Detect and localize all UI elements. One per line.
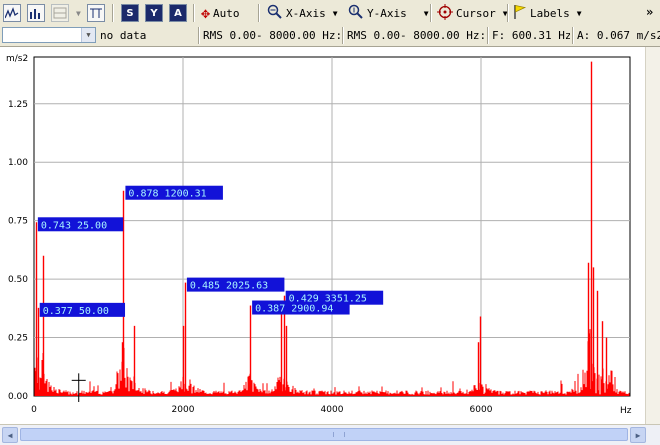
peak-label[interactable]: 0.485 2025.63 [186, 277, 285, 292]
scale-y-icon: Y [145, 4, 163, 22]
y-axis-zoom-icon [348, 4, 364, 23]
status-divider [487, 27, 489, 44]
labels-button[interactable]: Labels ▼ [513, 3, 582, 23]
stack-dropdown-icon[interactable]: ▼ [76, 9, 81, 18]
scale-s-icon: S [121, 4, 139, 22]
scale-a-button[interactable]: A [169, 3, 187, 23]
frequency-readout: F: 600.31 Hz [492, 29, 570, 42]
toolbar-separator [430, 4, 432, 22]
y-tick-label: 1.25 [8, 100, 28, 110]
amplitude-readout: A: 0.067 m/s2 [577, 29, 660, 42]
scale-a-icon: A [169, 4, 187, 22]
spectrum-line-button[interactable] [3, 3, 21, 23]
status-divider [342, 27, 344, 44]
scale-s-button[interactable]: S [121, 3, 139, 23]
spectrum-line-icon [3, 4, 21, 22]
peak-label-text: 0.743 25.00 [41, 220, 107, 231]
auto-button[interactable]: ✥ Auto [201, 3, 240, 23]
y-tick-label: 0.75 [8, 217, 28, 227]
peak-label[interactable]: 0.377 50.00 [39, 302, 126, 317]
auto-move-icon: ✥ [201, 3, 211, 22]
x-tick-label: 2000 [172, 405, 195, 415]
peak-label[interactable]: 0.743 25.00 [37, 217, 124, 232]
peak-marker-button[interactable] [87, 3, 105, 23]
x-axis-zoom-icon [267, 4, 283, 23]
peak-label[interactable]: 0.878 1200.31 [125, 185, 223, 200]
toolbar-separator [112, 4, 114, 22]
spectrum-bar-icon [27, 4, 45, 22]
horizontal-scrollbar[interactable]: ◀ ▶ [0, 424, 660, 445]
scrollbar-thumb[interactable] [20, 428, 628, 441]
expand-chevron-icon: » [646, 5, 654, 19]
y-tick-label: 1.00 [8, 158, 28, 168]
x-tick-label: 0 [31, 405, 37, 415]
toolbar: ▼ S Y A ✥ Auto X-Axis ▼ Y-Axis ▼ Cursor … [0, 0, 660, 27]
scroll-right-button[interactable]: ▶ [630, 427, 646, 443]
x-tick-label: 6000 [470, 405, 493, 415]
labels-label: Labels [530, 6, 570, 20]
stack-button[interactable]: ▼ [51, 3, 81, 23]
y-tick-label: 0.00 [8, 392, 28, 402]
toolbar-separator [507, 4, 509, 22]
status-divider [198, 27, 200, 44]
toolbar-overflow-button[interactable]: » [646, 2, 653, 22]
chevron-down-icon[interactable]: ▼ [81, 28, 95, 42]
y-tick-label: 0.50 [8, 275, 28, 285]
y-axis-dropdown-icon[interactable]: ▼ [424, 9, 429, 18]
auto-label: Auto [213, 6, 240, 20]
toolbar-separator [258, 4, 260, 22]
peak-label-text: 0.377 50.00 [43, 306, 109, 317]
peak-label-text: 0.485 2025.63 [190, 281, 268, 292]
rms-readout-1: RMS 0.00- 8000.00 Hz: 3 [203, 29, 340, 42]
stack-icon [51, 4, 69, 22]
no-data-text: no data [100, 29, 147, 42]
x-axis-dropdown-icon[interactable]: ▼ [333, 9, 338, 18]
scroll-left-button[interactable]: ◀ [2, 427, 18, 443]
peak-label[interactable]: 0.429 3351.25 [285, 290, 384, 305]
status-divider [572, 27, 574, 44]
peak-marker-icon [87, 4, 105, 22]
labels-dropdown-icon[interactable]: ▼ [577, 9, 582, 18]
rms-readout-2: RMS 0.00- 8000.00 Hz: 3 [347, 29, 485, 42]
x-axis-label: X-Axis [286, 6, 326, 20]
spectrum-bar-button[interactable] [27, 3, 45, 23]
peak-label-text: 0.387 2900.94 [255, 304, 333, 315]
status-bar: ▼ no data RMS 0.00- 8000.00 Hz: 3 RMS 0.… [0, 26, 660, 47]
signal-combo[interactable]: ▼ [2, 27, 96, 43]
toolbar-separator [193, 4, 195, 22]
peak-label-text: 0.878 1200.31 [128, 189, 206, 200]
y-axis-button[interactable]: Y-Axis ▼ [348, 3, 429, 23]
x-axis-label: Hz [620, 406, 632, 416]
cursor-label: Cursor [456, 6, 496, 20]
x-tick-label: 4000 [321, 405, 344, 415]
scrollbar-grip-icon [333, 432, 345, 437]
cursor-button[interactable]: Cursor ▼ [437, 3, 508, 23]
spectrum-chart-svg[interactable]: 0.00 0.25 0.50 0.75 1.00 1.25 0 2000 4000 6000 0.… [0, 47, 645, 424]
scale-y-button[interactable]: Y [145, 3, 163, 23]
cursor-target-icon [437, 3, 453, 23]
spectrum-chart[interactable]: 0.00 0.25 0.50 0.75 1.00 1.25 0 2000 4000 6000 0.… [0, 47, 645, 424]
vertical-scrollbar[interactable] [645, 47, 660, 424]
y-axis-label: m/s2 [6, 54, 28, 64]
y-axis-label: Y-Axis [367, 6, 407, 20]
x-axis-button[interactable]: X-Axis ▼ [267, 3, 338, 23]
labels-flag-icon [513, 4, 527, 23]
y-tick-label: 0.25 [8, 334, 28, 344]
peak-label-text: 0.429 3351.25 [289, 294, 367, 305]
